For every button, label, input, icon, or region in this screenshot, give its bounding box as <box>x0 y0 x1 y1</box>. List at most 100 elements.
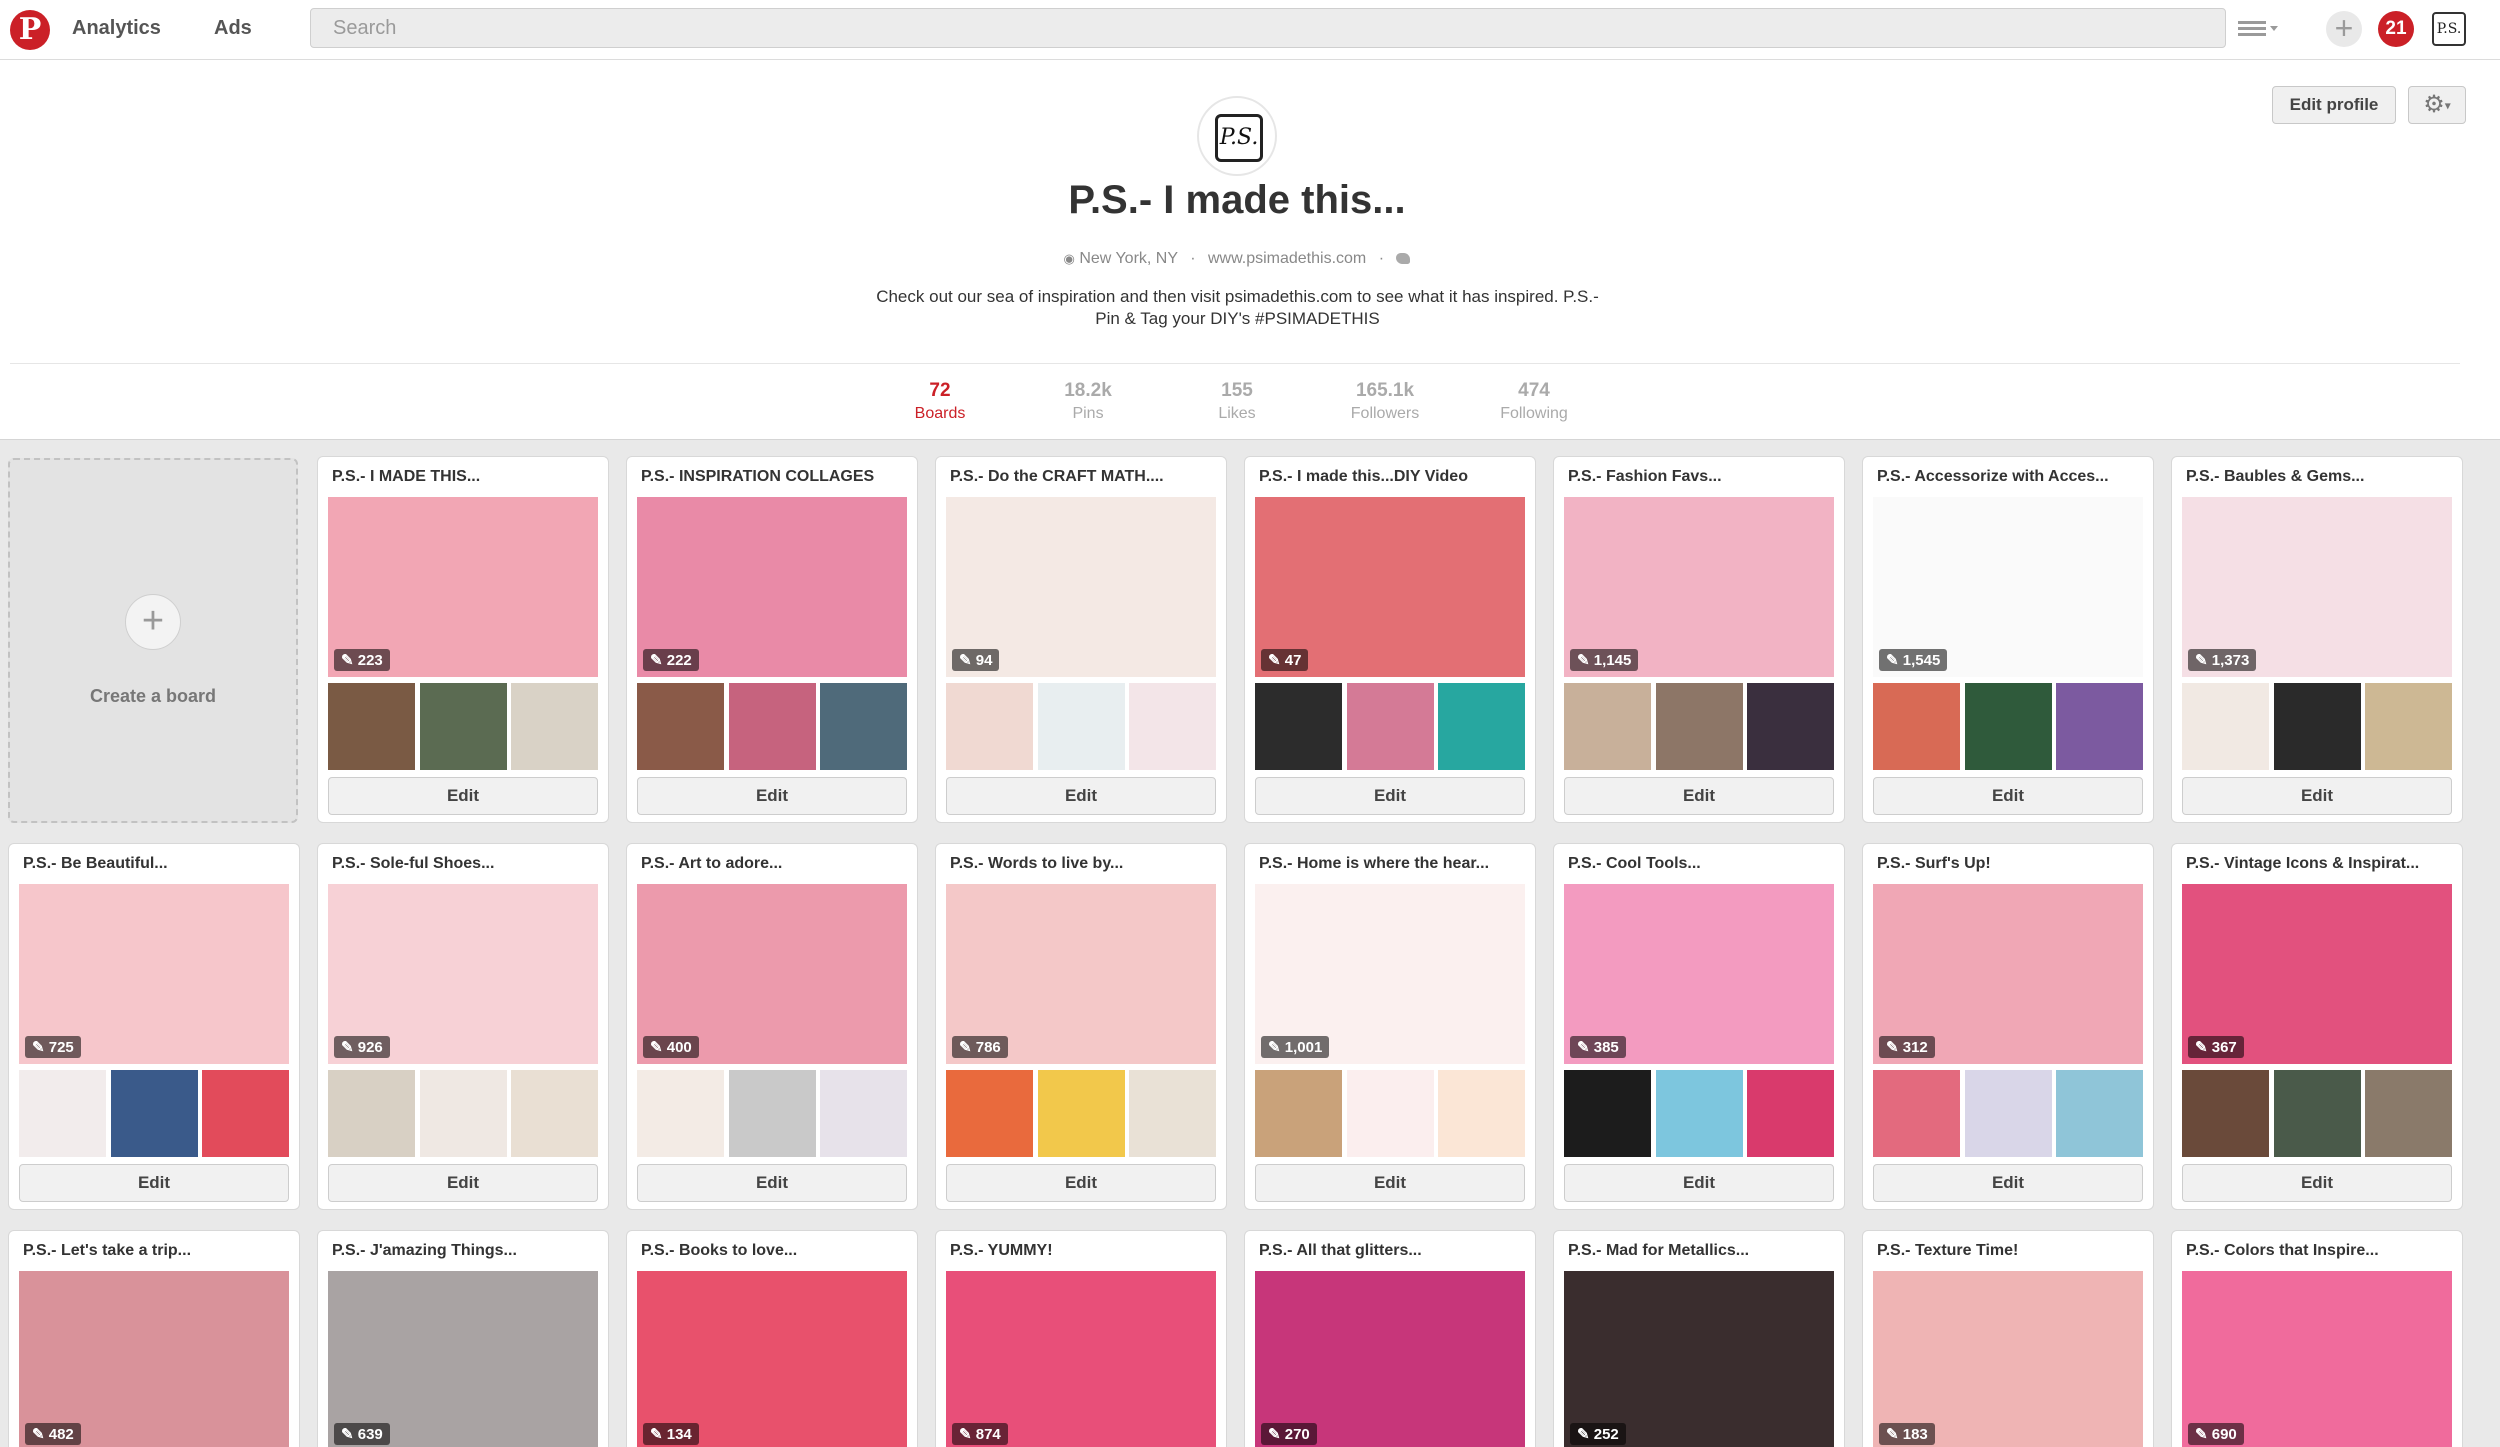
board-card[interactable]: P.S.- Words to live by... ✎ 786 Edit <box>935 843 1227 1210</box>
board-cover-image[interactable]: ✎ 252 <box>1564 1271 1834 1447</box>
board-thumbnail[interactable] <box>1438 1070 1525 1157</box>
board-card[interactable]: P.S.- Surf's Up! ✎ 312 Edit <box>1862 843 2154 1210</box>
board-card[interactable]: P.S.- Let's take a trip... ✎ 482 <box>8 1230 300 1447</box>
board-thumbnail[interactable] <box>110 1070 198 1157</box>
board-cover-image[interactable]: ✎ 786 <box>946 884 1216 1064</box>
board-title[interactable]: P.S.- Texture Time! <box>1877 1242 2143 1260</box>
create-board-tile[interactable]: + Create a board <box>8 458 298 823</box>
board-thumbnail[interactable] <box>1655 683 1743 770</box>
board-thumbnail[interactable] <box>1255 683 1342 770</box>
stat-tab-followers[interactable]: 165.1k Followers <box>1325 380 1445 423</box>
board-thumbnail[interactable] <box>2056 683 2143 770</box>
board-thumbnail[interactable] <box>1129 1070 1216 1157</box>
add-pin-icon[interactable]: + <box>2326 11 2362 47</box>
board-card[interactable]: P.S.- Accessorize with Acces... ✎ 1,545 Ed… <box>1862 456 2154 823</box>
board-thumbnail[interactable] <box>1964 1070 2052 1157</box>
board-card[interactable]: P.S.- Do the CRAFT MATH.... ✎ 94 Edit <box>935 456 1227 823</box>
edit-board-button[interactable]: Edit <box>1255 1164 1525 1202</box>
board-thumbnail[interactable] <box>19 1070 106 1157</box>
edit-board-button[interactable]: Edit <box>328 777 598 815</box>
edit-profile-button[interactable]: Edit profile <box>2272 86 2396 124</box>
board-thumbnail[interactable] <box>328 683 415 770</box>
board-thumbnail[interactable] <box>1438 683 1525 770</box>
board-cover-image[interactable]: ✎ 270 <box>1255 1271 1525 1447</box>
board-card[interactable]: P.S.- Books to love... ✎ 134 <box>626 1230 918 1447</box>
board-card[interactable]: P.S.- Baubles & Gems... ✎ 1,373 Edit <box>2171 456 2463 823</box>
board-thumbnail[interactable] <box>820 1070 907 1157</box>
board-cover-image[interactable]: ✎ 385 <box>1564 884 1834 1064</box>
board-card[interactable]: P.S.- Art to adore... ✎ 400 Edit <box>626 843 918 1210</box>
settings-gear-icon[interactable]: ⚙▾ <box>2408 86 2466 124</box>
board-thumbnail[interactable] <box>2273 1070 2361 1157</box>
board-title[interactable]: P.S.- Art to adore... <box>641 855 907 873</box>
board-thumbnail[interactable] <box>202 1070 289 1157</box>
edit-board-button[interactable]: Edit <box>637 1164 907 1202</box>
board-thumbnail[interactable] <box>2182 683 2269 770</box>
board-title[interactable]: P.S.- Surf's Up! <box>1877 855 2143 873</box>
board-thumbnail[interactable] <box>1747 1070 1834 1157</box>
board-card[interactable]: P.S.- Mad for Metallics... ✎ 252 <box>1553 1230 1845 1447</box>
edit-board-button[interactable]: Edit <box>637 777 907 815</box>
board-card[interactable]: P.S.- INSPIRATION COLLAGES ✎ 222 Edit <box>626 456 918 823</box>
board-card[interactable]: P.S.- Home is where the hear... ✎ 1,001 Ed… <box>1244 843 1536 1210</box>
stat-tab-boards[interactable]: 72 Boards <box>880 380 1000 423</box>
edit-board-button[interactable]: Edit <box>946 777 1216 815</box>
board-thumbnail[interactable] <box>2365 1070 2452 1157</box>
board-title[interactable]: P.S.- Mad for Metallics... <box>1568 1242 1834 1260</box>
board-title[interactable]: P.S.- YUMMY! <box>950 1242 1216 1260</box>
board-cover-image[interactable]: ✎ 1,145 <box>1564 497 1834 677</box>
stat-tab-likes[interactable]: 155 Likes <box>1177 380 1297 423</box>
board-cover-image[interactable]: ✎ 725 <box>19 884 289 1064</box>
nav-ads-link[interactable]: Ads <box>214 17 252 40</box>
board-cover-image[interactable]: ✎ 367 <box>2182 884 2452 1064</box>
edit-board-button[interactable]: Edit <box>1873 777 2143 815</box>
board-title[interactable]: P.S.- I made this...DIY Video <box>1259 468 1525 486</box>
board-card[interactable]: P.S.- Texture Time! ✎ 183 <box>1862 1230 2154 1447</box>
board-cover-image[interactable]: ✎ 639 <box>328 1271 598 1447</box>
edit-board-button[interactable]: Edit <box>19 1164 289 1202</box>
board-thumbnail[interactable] <box>2273 683 2361 770</box>
nav-analytics-link[interactable]: Analytics <box>72 17 161 40</box>
board-thumbnail[interactable] <box>1564 1070 1651 1157</box>
edit-board-button[interactable]: Edit <box>946 1164 1216 1202</box>
user-avatar[interactable]: P.S. <box>2432 12 2466 46</box>
board-thumbnail[interactable] <box>946 1070 1033 1157</box>
board-cover-image[interactable]: ✎ 134 <box>637 1271 907 1447</box>
edit-board-button[interactable]: Edit <box>1564 777 1834 815</box>
board-thumbnail[interactable] <box>511 683 598 770</box>
board-thumbnail[interactable] <box>419 1070 507 1157</box>
board-thumbnail[interactable] <box>511 1070 598 1157</box>
twitter-icon[interactable] <box>1396 253 1411 265</box>
edit-board-button[interactable]: Edit <box>1564 1164 1834 1202</box>
board-card[interactable]: P.S.- YUMMY! ✎ 874 <box>935 1230 1227 1447</box>
board-cover-image[interactable]: ✎ 222 <box>637 497 907 677</box>
board-title[interactable]: P.S.- Fashion Favs... <box>1568 468 1834 486</box>
board-title[interactable]: P.S.- J'amazing Things... <box>332 1242 598 1260</box>
edit-board-button[interactable]: Edit <box>1255 777 1525 815</box>
board-thumbnail[interactable] <box>2365 683 2452 770</box>
board-thumbnail[interactable] <box>728 1070 816 1157</box>
board-cover-image[interactable]: ✎ 482 <box>19 1271 289 1447</box>
board-title[interactable]: P.S.- All that glitters... <box>1259 1242 1525 1260</box>
board-thumbnail[interactable] <box>1564 683 1651 770</box>
board-thumbnail[interactable] <box>1037 683 1125 770</box>
board-card[interactable]: P.S.- All that glitters... ✎ 270 <box>1244 1230 1536 1447</box>
stat-tab-pins[interactable]: 18.2k Pins <box>1028 380 1148 423</box>
board-title[interactable]: P.S.- Home is where the hear... <box>1259 855 1525 873</box>
board-thumbnail[interactable] <box>637 683 724 770</box>
edit-board-button[interactable]: Edit <box>328 1164 598 1202</box>
board-thumbnail[interactable] <box>1346 683 1434 770</box>
board-title[interactable]: P.S.- Accessorize with Acces... <box>1877 468 2143 486</box>
board-title[interactable]: P.S.- I MADE THIS... <box>332 468 598 486</box>
board-thumbnail[interactable] <box>1747 683 1834 770</box>
board-title[interactable]: P.S.- Cool Tools... <box>1568 855 1834 873</box>
board-card[interactable]: P.S.- I made this...DIY Video ✎ 47 Edit <box>1244 456 1536 823</box>
board-thumbnail[interactable] <box>1255 1070 1342 1157</box>
board-card[interactable]: P.S.- I MADE THIS... ✎ 223 Edit <box>317 456 609 823</box>
board-thumbnail[interactable] <box>946 683 1033 770</box>
board-thumbnail[interactable] <box>1655 1070 1743 1157</box>
board-title[interactable]: P.S.- Be Beautiful... <box>23 855 289 873</box>
board-thumbnail[interactable] <box>1129 683 1216 770</box>
board-title[interactable]: P.S.- Colors that Inspire... <box>2186 1242 2452 1260</box>
edit-board-button[interactable]: Edit <box>2182 1164 2452 1202</box>
